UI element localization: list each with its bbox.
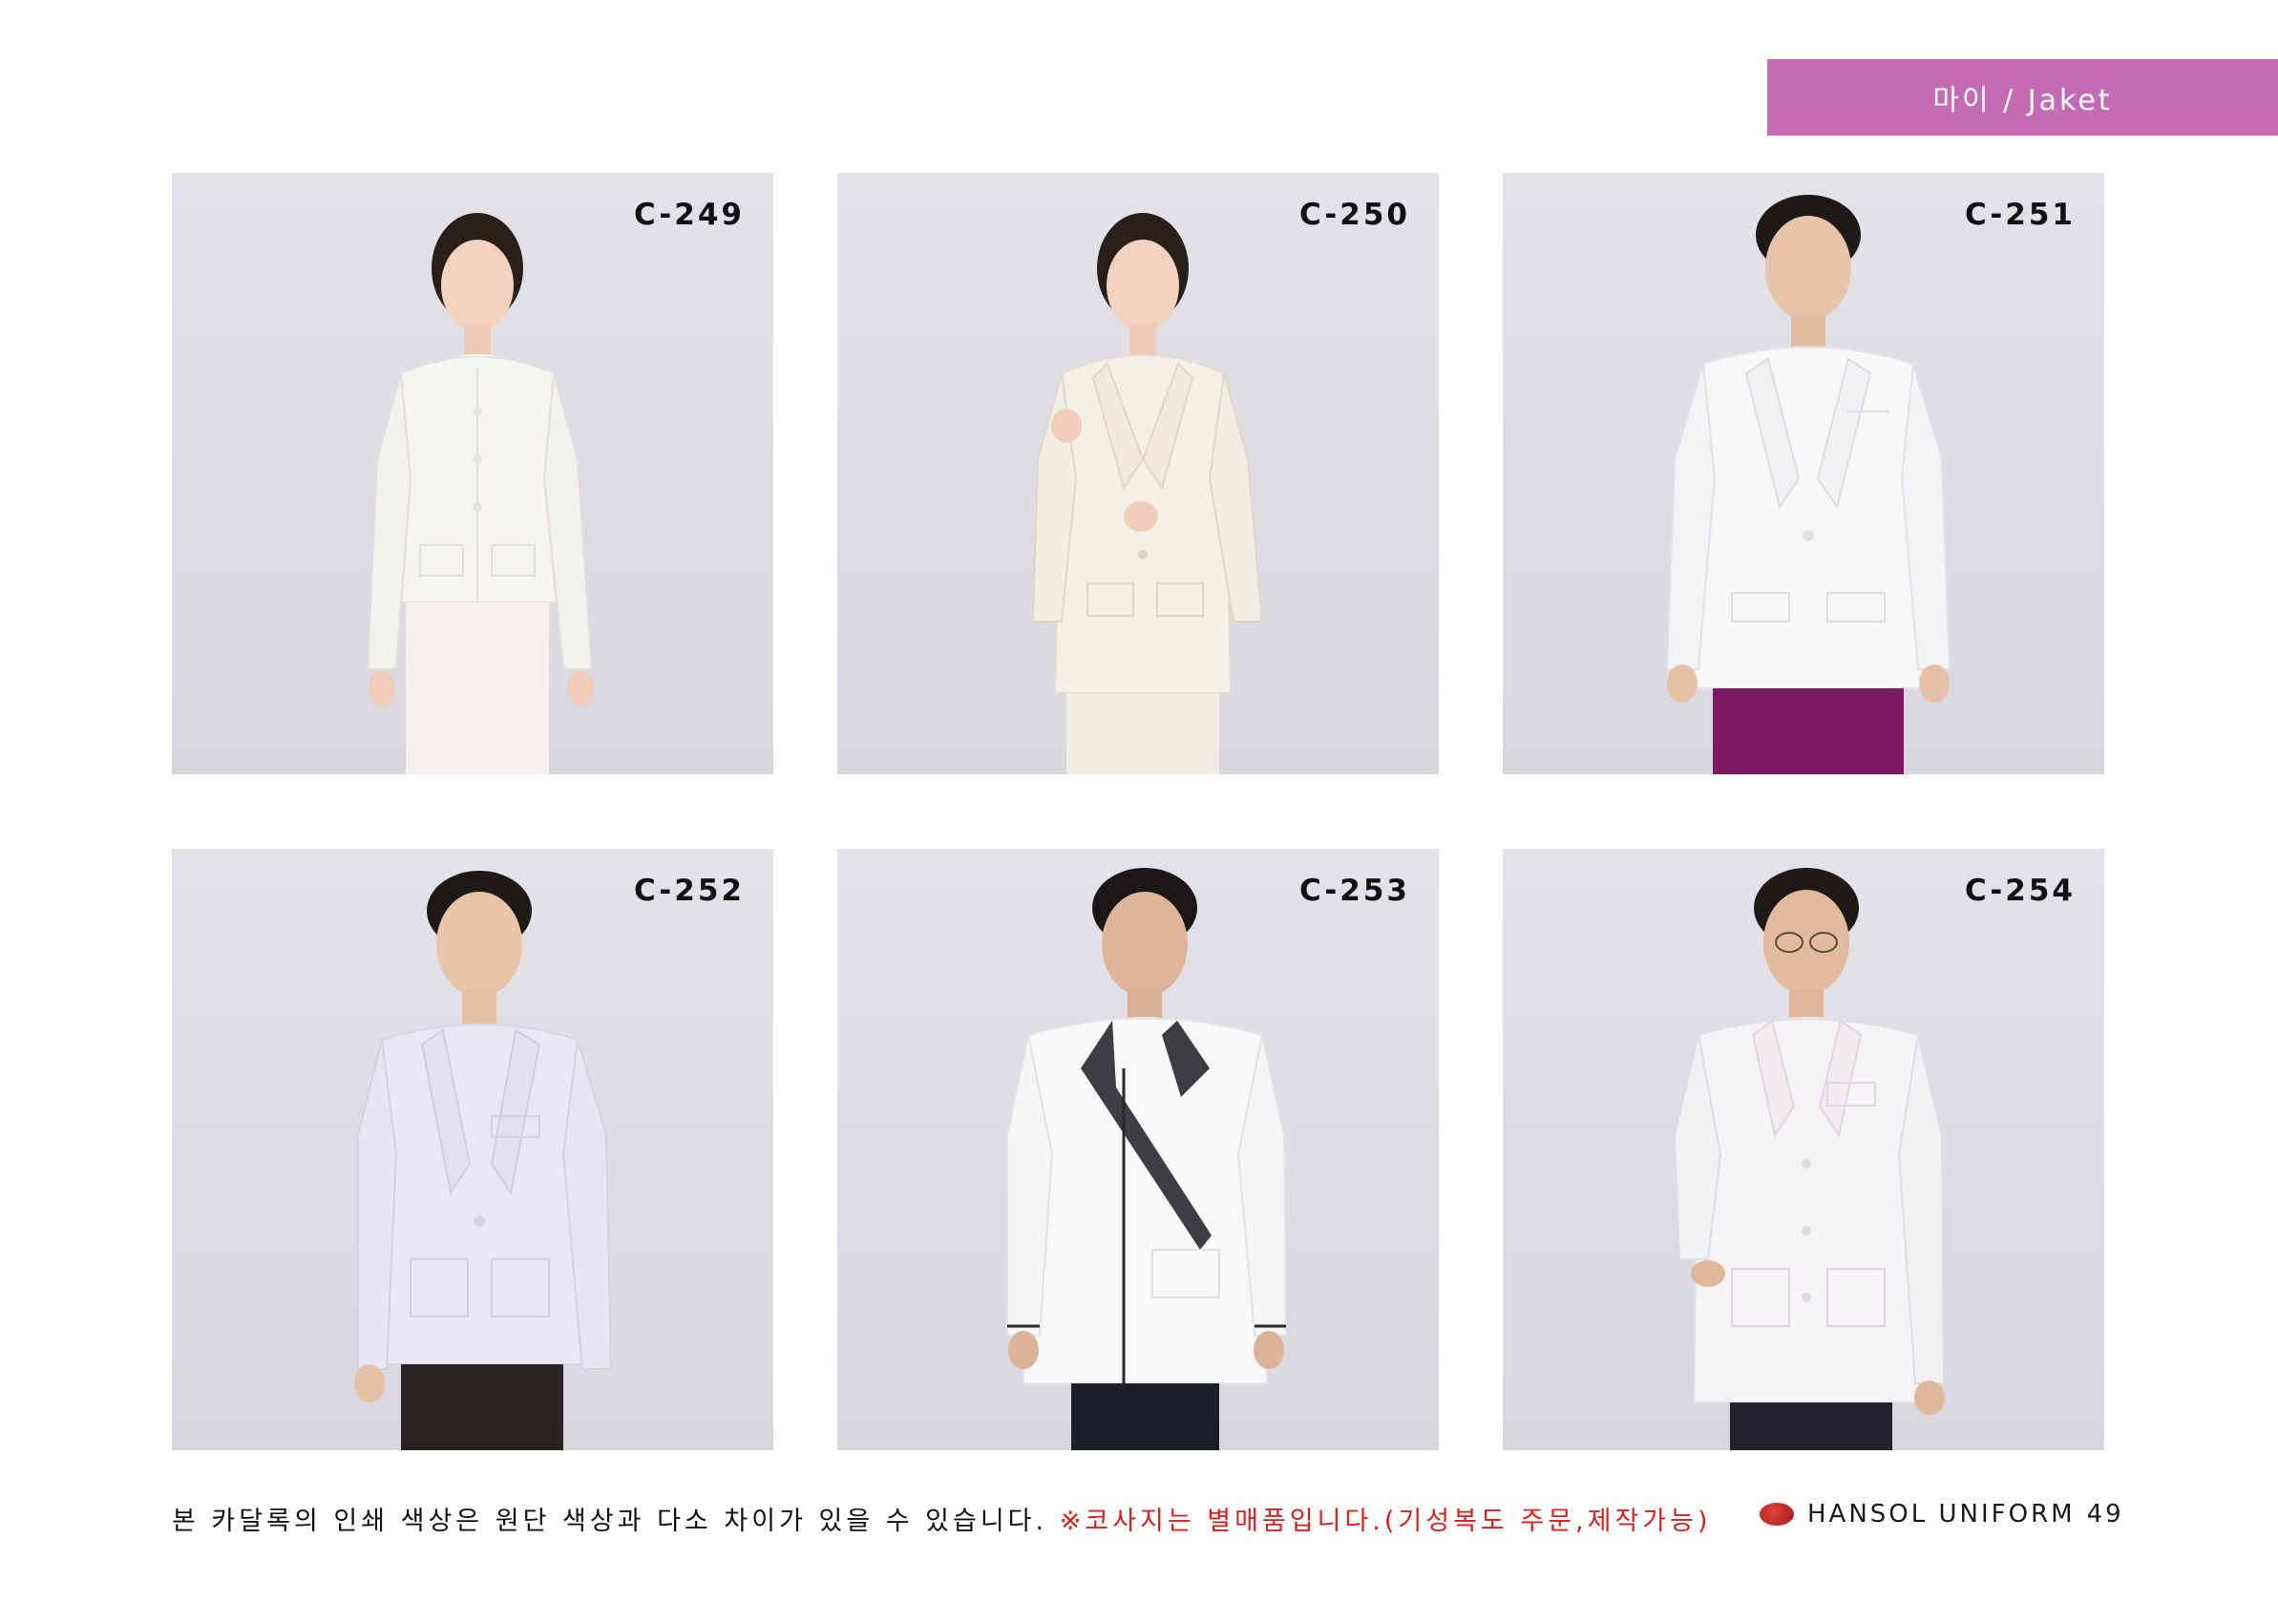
corsage-notice: ※코사지는 별매품입니다.(기성복도 주문,제작가능) (1059, 1507, 1712, 1536)
product-photo-woman (366, 213, 594, 774)
product-code: C-249 (633, 198, 745, 232)
product-card[interactable]: C-249 (172, 173, 773, 774)
section-tab-label: 마이 / Jaket (1932, 84, 2113, 117)
product-card[interactable]: C-253 (837, 849, 1439, 1450)
page-number: 49 (2086, 1500, 2124, 1529)
product-code: C-252 (633, 874, 745, 908)
product-photo-man (1006, 868, 1288, 1450)
product-photo-woman (1031, 213, 1264, 774)
section-tab: 마이 / Jaket (1767, 59, 2278, 136)
product-code: C-250 (1298, 198, 1410, 232)
product-card[interactable]: C-251 (1503, 173, 2104, 774)
product-photo-man (354, 871, 613, 1450)
product-code: C-253 (1298, 874, 1410, 908)
color-notice: 본 카달록의 인쇄 색상은 원단 색상과 다소 차이가 있을 수 있습니다. (172, 1507, 1048, 1536)
product-code: C-254 (1964, 874, 2076, 908)
brand-name: HANSOL UNIFORM (1807, 1500, 2076, 1529)
brand-logo-icon (1760, 1503, 1794, 1526)
brand-footer: HANSOL UNIFORM 49 (1760, 1495, 2124, 1533)
product-photo-man (1673, 868, 1946, 1450)
product-photo-man (1665, 195, 1951, 774)
product-code: C-251 (1964, 198, 2076, 232)
product-card[interactable]: C-250 (837, 173, 1439, 774)
product-card[interactable]: C-254 (1503, 849, 2104, 1450)
product-card[interactable]: C-252 (172, 849, 773, 1450)
catalog-notice: 본 카달록의 인쇄 색상은 원단 색상과 다소 차이가 있을 수 있습니다. ※… (172, 1500, 1712, 1537)
